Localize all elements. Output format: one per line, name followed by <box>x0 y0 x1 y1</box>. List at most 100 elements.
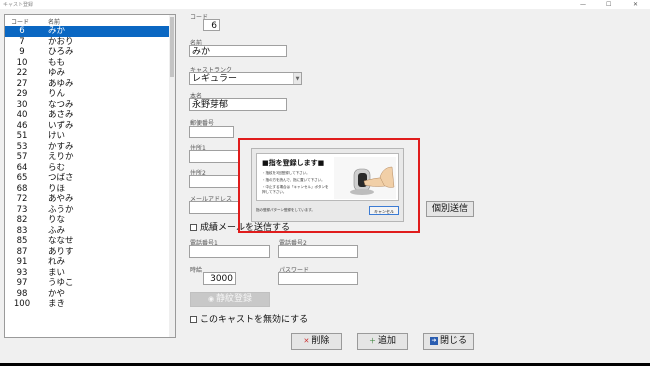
list-item[interactable]: 57 えりか <box>5 152 175 163</box>
list-item[interactable]: 65 つばさ <box>5 173 175 184</box>
list-item[interactable]: 9 ひろみ <box>5 47 175 58</box>
list-item-code: 83 <box>16 225 28 236</box>
list-item-name: もも <box>48 57 66 68</box>
window-title: キャスト登録 <box>3 2 34 8</box>
email-field[interactable] <box>189 201 239 214</box>
chevron-down-icon[interactable]: ▼ <box>293 73 301 84</box>
list-rows: 6 みか 7 かおり 9 ひろみ 10 もも 22 ゆみ 27 あゆみ 29 りん 30 なつみ 40 あさみ 46… <box>5 26 175 310</box>
list-item-name: あゆみ <box>48 78 74 89</box>
send-individual-button[interactable]: 個別送信 <box>426 201 474 217</box>
cast-registration-window: キャスト登録 — ☐ ✕ コード 名前 6 みか 7 かおり 9 ひろみ 10 もも 22 ゆみ 2… <box>0 0 650 363</box>
list-item-name: いずみ <box>48 120 74 131</box>
list-item[interactable]: 83 ふみ <box>5 226 175 237</box>
rank-select[interactable]: レギュラー ▼ <box>189 72 302 85</box>
phone1-field[interactable] <box>189 245 270 258</box>
list-item-code: 9 <box>19 47 25 57</box>
list-item-name: あやみ <box>48 194 74 204</box>
list-header-name: 名前 <box>48 19 61 26</box>
scrollbar-thumb[interactable] <box>170 17 174 77</box>
maximize-icon[interactable]: ☐ <box>606 0 611 9</box>
real-name-field[interactable]: 永野芽郁 <box>189 98 287 111</box>
list-item[interactable]: 72 あやみ <box>5 194 175 205</box>
cast-list[interactable]: コード 名前 6 みか 7 かおり 9 ひろみ 10 もも 22 ゆみ 27 あゆみ 29 りん 30 なつみ… <box>4 14 176 338</box>
list-item[interactable]: 6 みか <box>5 26 175 37</box>
list-item-code: 29 <box>16 89 28 99</box>
list-item[interactable]: 53 かすみ <box>5 142 175 153</box>
list-item-code: 87 <box>16 246 28 257</box>
phone2-field[interactable] <box>278 245 358 258</box>
fingerprint-icon: ◉ <box>207 295 215 303</box>
list-item[interactable]: 30 なつみ <box>5 100 175 111</box>
list-item-name: ゆみ <box>48 68 66 78</box>
list-item-code: 64 <box>16 162 28 173</box>
list-item-name: なつみ <box>48 99 74 110</box>
disable-cast-checkbox[interactable]: このキャストを無効にする <box>190 312 308 325</box>
list-item-name: ふみ <box>48 225 66 236</box>
list-item-name: ありす <box>48 246 74 257</box>
minimize-icon[interactable]: — <box>580 0 586 9</box>
list-item-name: みか <box>48 26 66 36</box>
list-item[interactable]: 29 りん <box>5 89 175 100</box>
list-item[interactable]: 46 いずみ <box>5 121 175 132</box>
list-item[interactable]: 10 もも <box>5 58 175 69</box>
hourly-field[interactable]: 3000 <box>203 272 236 285</box>
add-button[interactable]: ＋追加 <box>357 333 408 350</box>
list-item[interactable]: 7 かおり <box>5 37 175 48</box>
list-item-name: らむ <box>48 162 66 173</box>
password-field[interactable] <box>278 272 358 285</box>
list-item-code: 100 <box>13 299 31 309</box>
delete-label: 削除 <box>311 336 330 346</box>
list-item[interactable]: 73 ふうか <box>5 205 175 216</box>
delete-icon: ✕ <box>303 337 310 345</box>
postal-field[interactable] <box>189 126 234 138</box>
checkbox-box[interactable] <box>190 224 197 231</box>
list-item-code: 46 <box>16 120 28 131</box>
rank-select-value: レギュラー <box>192 74 238 84</box>
list-item[interactable]: 85 ななせ <box>5 236 175 247</box>
list-scrollbar[interactable] <box>169 15 175 337</box>
list-item-name: えりか <box>48 152 74 162</box>
list-item-name: ふうか <box>48 204 74 215</box>
checkbox-box[interactable] <box>190 316 197 323</box>
code-field[interactable]: 6 <box>203 19 220 31</box>
close-button[interactable]: ➜ 閉じる <box>423 333 474 350</box>
list-item-code: 98 <box>16 288 28 299</box>
list-item-name: かおり <box>48 36 74 47</box>
list-item-code: 57 <box>16 152 28 162</box>
list-item-code: 40 <box>16 110 28 120</box>
list-item-code: 6 <box>19 26 25 36</box>
list-item[interactable]: 91 れみ <box>5 257 175 268</box>
list-item-name: れみ <box>48 257 66 267</box>
list-item-name: りな <box>48 215 66 225</box>
list-item[interactable]: 100 まき <box>5 299 175 310</box>
close-window-icon[interactable]: ✕ <box>633 0 638 9</box>
hourly-label: 時給 <box>190 267 203 274</box>
list-item-code: 91 <box>16 257 28 267</box>
list-item[interactable]: 82 りな <box>5 215 175 226</box>
list-item[interactable]: 93 まい <box>5 268 175 279</box>
list-item-name: かや <box>48 288 66 299</box>
list-item-code: 22 <box>16 68 28 78</box>
list-header: コード 名前 <box>5 15 175 26</box>
list-item[interactable]: 27 あゆみ <box>5 79 175 90</box>
list-item[interactable]: 68 りほ <box>5 184 175 195</box>
list-item-code: 7 <box>19 36 25 47</box>
list-item-name: けい <box>48 131 66 141</box>
name-field[interactable]: みか <box>189 45 287 57</box>
delete-button[interactable]: ✕ 削除 <box>291 333 342 350</box>
close-label: 閉じる <box>439 336 467 346</box>
list-item[interactable]: 98 かや <box>5 289 175 300</box>
list-item-code: 85 <box>16 236 28 246</box>
list-item[interactable]: 97 うゆこ <box>5 278 175 289</box>
list-item-name: まき <box>48 299 66 309</box>
address2-field[interactable] <box>189 175 239 188</box>
list-item[interactable]: 22 ゆみ <box>5 68 175 79</box>
list-item-code: 10 <box>16 57 28 68</box>
exit-icon: ➜ <box>429 336 438 345</box>
vein-register-button[interactable]: ◉ 静紋登録 <box>190 292 270 307</box>
list-item[interactable]: 64 らむ <box>5 163 175 174</box>
list-item[interactable]: 51 けい <box>5 131 175 142</box>
list-item[interactable]: 87 ありす <box>5 247 175 258</box>
address1-field[interactable] <box>189 150 239 163</box>
list-item[interactable]: 40 あさみ <box>5 110 175 121</box>
